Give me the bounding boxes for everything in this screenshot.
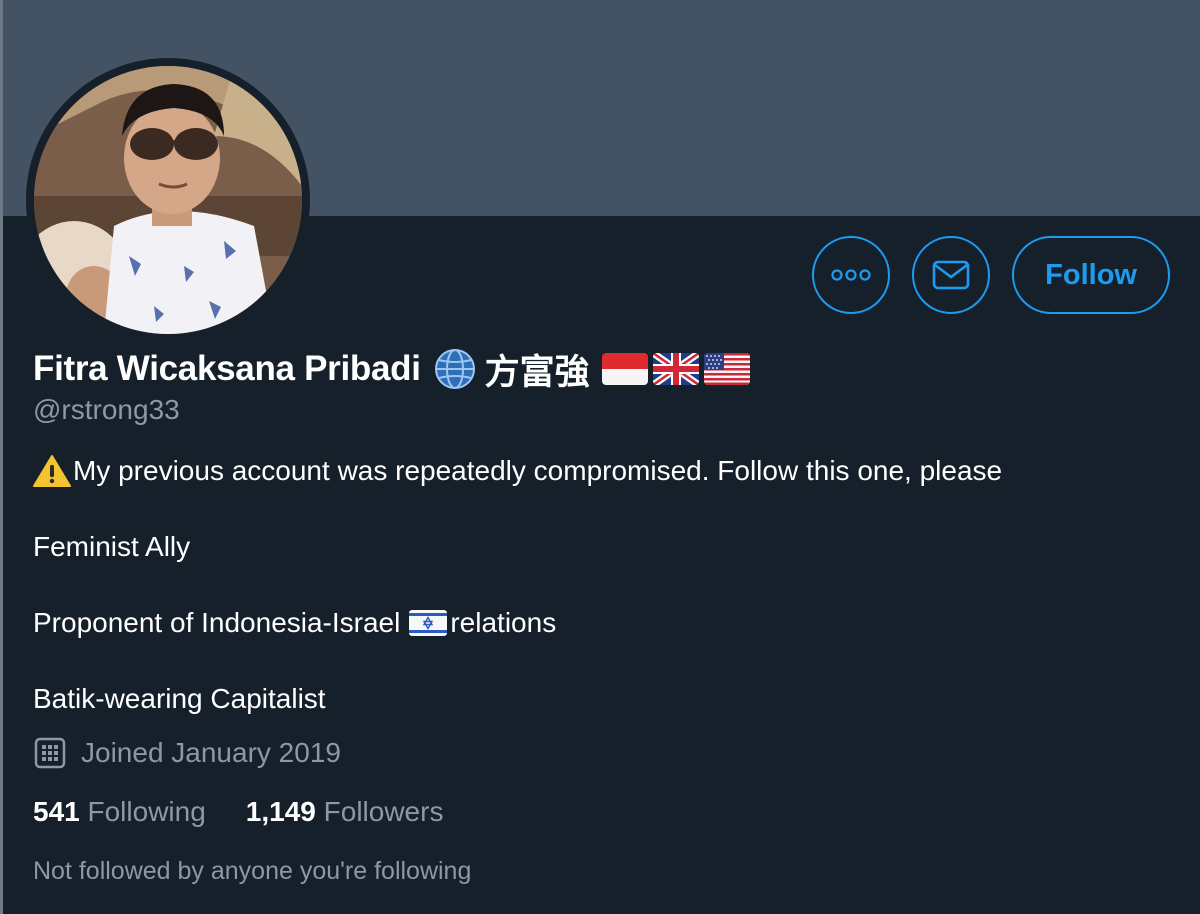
more-options-button[interactable] [812, 236, 891, 314]
followers-label: Followers [323, 796, 444, 827]
bio-text: My previous account was repeatedly compr… [73, 455, 1003, 486]
following-link[interactable]: 541 Following [33, 796, 206, 828]
more-dots-icon [831, 269, 871, 281]
flag-united-kingdom [652, 353, 699, 385]
display-name: Fitra Wicaksana Pribadi [33, 349, 421, 388]
profile-bio: My previous account was repeatedly compr… [33, 452, 1173, 718]
avatar[interactable] [26, 58, 310, 342]
bio-line: Proponent of Indonesia-Israel relations [33, 604, 1173, 642]
flag-list [601, 353, 750, 385]
follow-button[interactable]: Follow [1012, 236, 1170, 314]
display-name-cjk: 方富強 [484, 352, 590, 393]
bio-text: Proponent of Indonesia-Israel [33, 607, 401, 638]
profile-handle: @rstrong33 [33, 394, 180, 425]
mail-icon [932, 260, 970, 290]
bio-text: Feminist Ally [33, 531, 191, 562]
bio-line: My previous account was repeatedly compr… [33, 452, 1173, 490]
following-label: Following [87, 796, 206, 827]
following-count: 541 [33, 796, 80, 827]
mutual-followers-note: Not followed by anyone you're following [33, 857, 472, 885]
profile-actions: Follow [812, 236, 1170, 314]
flag-united-states [703, 353, 750, 385]
bio-text: Batik-wearing Capitalist [33, 683, 326, 714]
joined-date: Joined January 2019 [33, 736, 341, 770]
bio-line: Batik-wearing Capitalist [33, 680, 1173, 718]
profile-name-row: Fitra Wicaksana Pribadi 方富強 [33, 346, 750, 393]
followers-link[interactable]: 1,149 Followers [246, 796, 444, 828]
follow-stats: 541 Following 1,149 Followers [33, 796, 483, 828]
calendar-icon [34, 737, 66, 769]
bio-line: Feminist Ally [33, 528, 1173, 566]
joined-text: Joined January 2019 [81, 737, 341, 768]
followers-count: 1,149 [245, 796, 316, 827]
bio-text: relations [450, 607, 557, 638]
flag-indonesia [601, 353, 648, 385]
warning-icon [33, 455, 71, 487]
globe-icon [434, 349, 475, 389]
message-button[interactable] [912, 236, 991, 314]
flag-israel [409, 610, 448, 636]
